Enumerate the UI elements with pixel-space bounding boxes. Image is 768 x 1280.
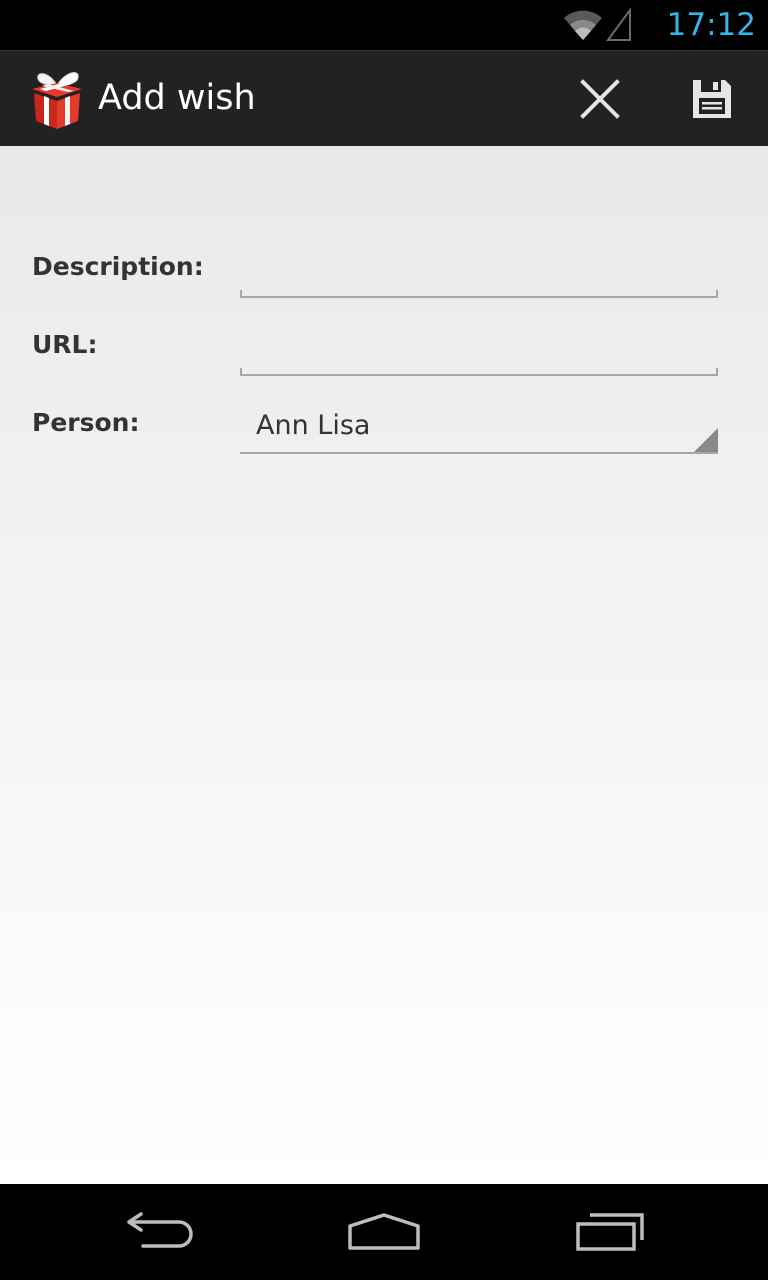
recent-apps-icon [576,1213,644,1251]
action-bar: Add wish [0,50,768,146]
spinner-arrow-icon [694,428,718,452]
save-button[interactable] [672,55,752,143]
back-icon [127,1212,193,1248]
page-title: Add wish [98,78,256,118]
status-time: 17:12 [666,7,756,43]
home-icon [348,1213,420,1250]
url-field[interactable] [240,336,718,376]
form-container: Description: URL: Person: Ann Lisa [0,146,768,1184]
close-icon [580,79,620,119]
wifi-icon [564,10,602,40]
person-selected-value: Ann Lisa [256,410,371,441]
description-field[interactable] [240,258,718,298]
description-field-edge [716,290,718,298]
gift-icon [32,72,82,129]
screen: 17:12 Add wish Description: URL: Person:… [0,0,768,1280]
status-bar: 17:12 [0,0,768,50]
home-button[interactable] [334,1202,434,1262]
back-button[interactable] [110,1202,210,1262]
person-spinner[interactable]: Ann Lisa [240,402,718,454]
person-label: Person: [32,408,140,437]
navigation-bar [0,1184,768,1280]
signal-icon [606,8,631,41]
floppy-disk-icon [693,80,731,118]
cancel-button[interactable] [560,55,640,143]
description-field-edge [240,290,242,298]
url-field-edge [240,368,242,376]
description-label: Description: [32,252,204,281]
recent-apps-button[interactable] [560,1202,660,1262]
url-label: URL: [32,330,98,359]
url-field-edge [716,368,718,376]
